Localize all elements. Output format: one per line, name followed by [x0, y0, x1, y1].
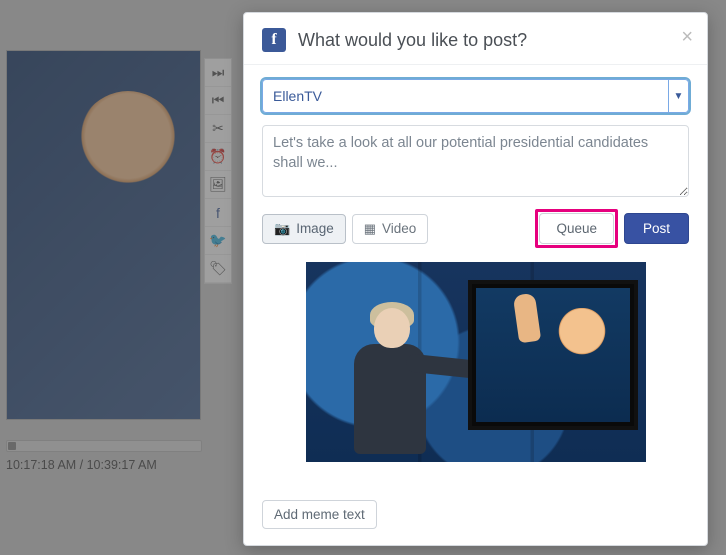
camera-icon: 📷 — [274, 221, 290, 237]
modal-header: f What would you like to post? × — [244, 13, 707, 65]
post-button-label: Post — [643, 221, 670, 236]
video-attach-button[interactable]: ▦ Video — [352, 214, 429, 244]
post-text-input[interactable]: Let's take a look at all our potential p… — [262, 125, 689, 197]
post-composer-modal: f What would you like to post? × ▼ Let's… — [243, 12, 708, 546]
attachment-buttons-row: 📷 Image ▦ Video Queue Post — [262, 209, 689, 248]
preview-tv-frame — [468, 280, 638, 430]
add-meme-text-button[interactable]: Add meme text — [262, 500, 377, 529]
preview-host-figure — [336, 302, 446, 462]
close-icon[interactable]: × — [681, 27, 693, 47]
image-attach-button[interactable]: 📷 Image — [262, 214, 346, 244]
post-button[interactable]: Post — [624, 213, 689, 244]
image-preview[interactable] — [306, 262, 646, 462]
image-button-label: Image — [296, 221, 334, 236]
modal-footer: Add meme text — [244, 490, 707, 545]
account-select[interactable] — [262, 79, 689, 113]
modal-body: ▼ Let's take a look at all our potential… — [244, 65, 707, 490]
queue-highlight: Queue — [535, 209, 618, 248]
add-meme-text-label: Add meme text — [274, 507, 365, 522]
film-icon: ▦ — [364, 221, 376, 237]
video-button-label: Video — [382, 221, 416, 236]
account-select-wrap: ▼ — [262, 79, 689, 113]
modal-title: What would you like to post? — [298, 30, 527, 51]
queue-button[interactable]: Queue — [539, 213, 614, 244]
facebook-logo-icon: f — [262, 28, 286, 52]
queue-button-label: Queue — [556, 221, 597, 236]
